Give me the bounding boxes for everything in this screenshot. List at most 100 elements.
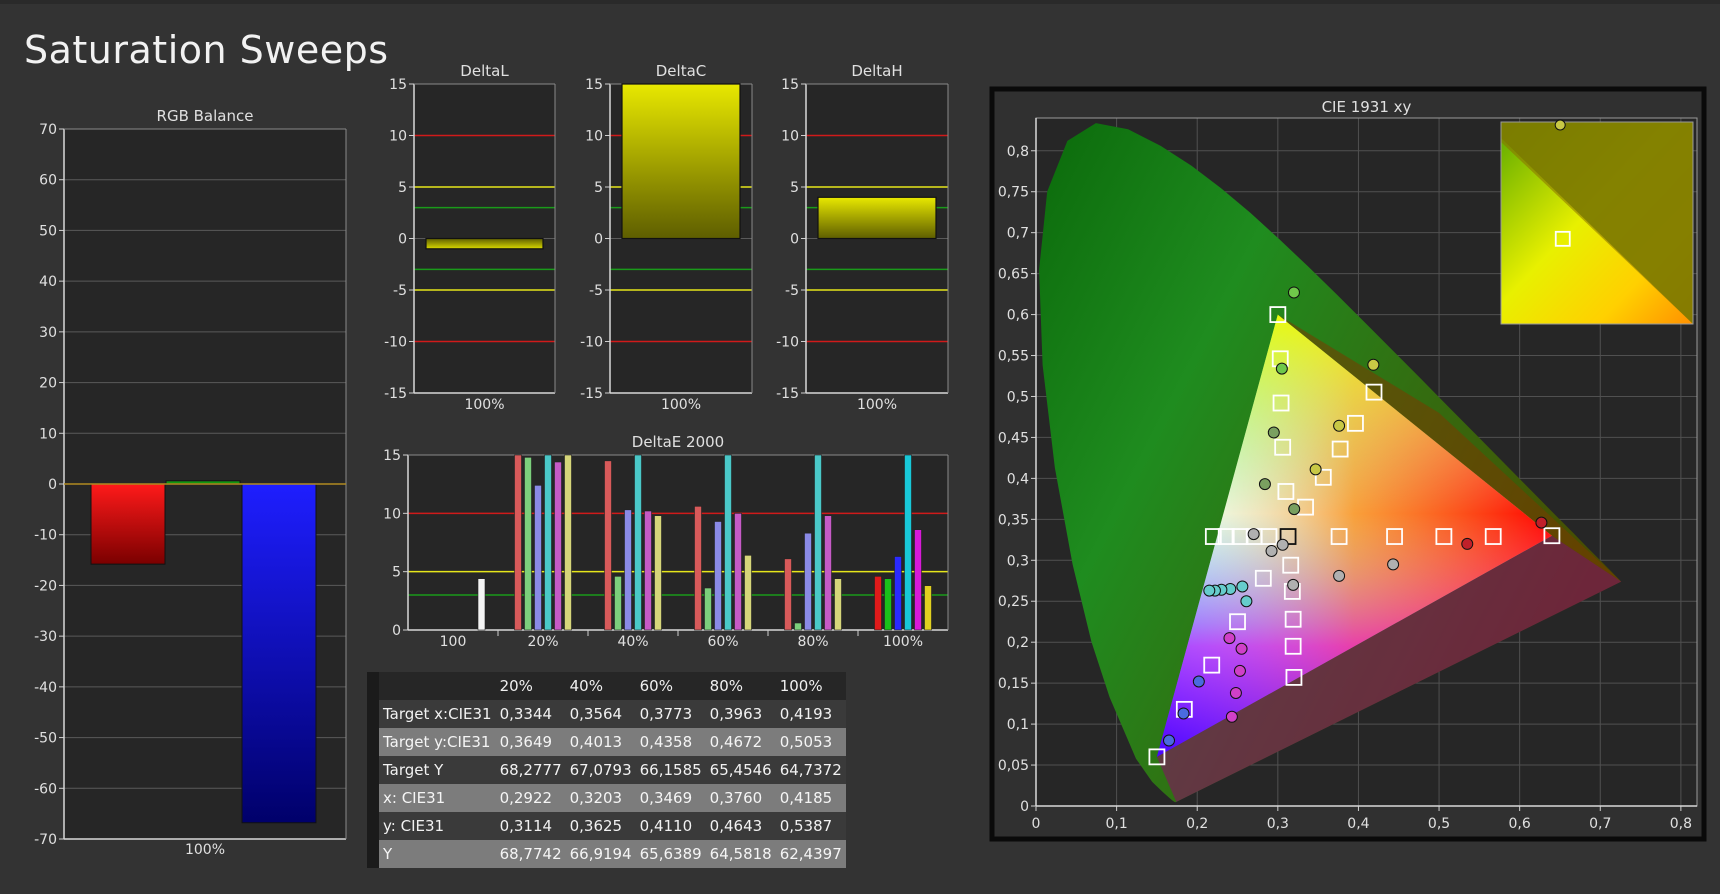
measured-point [1192, 675, 1205, 688]
measured-point [1247, 528, 1260, 541]
de-bar-green [884, 578, 892, 631]
table-cell: 0,3114 [495, 812, 566, 840]
x-tick-label: 80% [797, 634, 828, 650]
chart-title: CIE 1931 xy [1322, 98, 1412, 116]
row-marker [367, 812, 379, 840]
chart-title: RGB Balance [157, 107, 254, 125]
y-tick-label: 0 [1020, 799, 1029, 815]
de-bar-green [704, 587, 712, 631]
table-cell: 67,0793 [565, 756, 636, 784]
table-cell: 0,4643 [705, 812, 776, 840]
y-tick-label: 0,05 [998, 758, 1029, 774]
y-tick-label: 0 [790, 232, 799, 248]
x-tick-label: 100% [464, 397, 504, 413]
chart-title: DeltaH [851, 62, 902, 80]
x-tick-label: 0,5 [1428, 816, 1450, 832]
y-tick-label: 0,2 [1007, 635, 1029, 651]
cie-1931-chart: 0 0,1 0,2 0,3 0,4 0,5 0,6 0,7 0,8 0 0,05 0,1 0,15 0,2… [989, 86, 1707, 842]
x-tick-label: 0,4 [1347, 816, 1369, 832]
row-label: Target x:CIE31 [379, 700, 496, 728]
measured-point [1387, 558, 1400, 571]
measured-point [1267, 426, 1280, 439]
measured-point [1258, 478, 1271, 491]
y-tick-label: 0,3 [1007, 553, 1029, 569]
table-header-row: 20% 40% 60% 80% 100% [367, 672, 846, 700]
table-row: y: CIE31 0,3114 0,3625 0,4110 0,4643 0,5387 [367, 812, 846, 840]
de-bar-blue [714, 521, 722, 631]
de-bar-magenta [824, 515, 832, 631]
y-tick-label: -10 [34, 528, 57, 544]
de-bar-magenta [644, 510, 652, 631]
y-tick-label: 0,65 [998, 267, 1029, 283]
de-bar-white [477, 578, 486, 631]
row-marker [367, 700, 379, 728]
y-tick-label: 50 [39, 223, 57, 239]
de-bar-yellow [924, 585, 932, 631]
y-tick-label: -60 [34, 781, 57, 797]
y-tick-label: 0 [392, 623, 401, 639]
table-cell: 0,4013 [565, 728, 636, 756]
delta-l-chart: 15 10 5 0 -5 -10 -15 DeltaL 100% [384, 62, 556, 413]
de-bar-yellow [834, 578, 842, 631]
de-bar-yellow [564, 454, 572, 631]
header-blank [379, 672, 496, 700]
measured-point [1333, 419, 1346, 432]
x-tick-label: 100% [883, 634, 923, 650]
de-bar-red [604, 460, 612, 631]
y-tick-label: -40 [34, 680, 57, 696]
de-bar-blue [624, 509, 632, 631]
header-100: 100% [775, 672, 846, 700]
measured-point [1287, 286, 1300, 299]
x-tick-label: 0,1 [1105, 816, 1127, 832]
y-tick-label: 0 [398, 232, 407, 248]
y-tick-label: 5 [398, 180, 407, 196]
table-cell: 0,4110 [635, 812, 706, 840]
de-bar-green [794, 622, 802, 631]
y-tick-label: -5 [393, 283, 407, 299]
de-bar-blue [804, 532, 812, 631]
measured-point [1240, 595, 1253, 608]
table-row: x: CIE31 0,2922 0,3203 0,3469 0,3760 0,4185 [367, 784, 846, 812]
y-tick-label: 5 [594, 180, 603, 196]
y-tick-label: 0 [594, 232, 603, 248]
de-bar-magenta [734, 513, 742, 631]
table-cell: 0,3760 [705, 784, 776, 812]
table-cell: 62,4397 [775, 840, 846, 868]
header-80: 80% [705, 672, 776, 700]
row-marker [367, 672, 379, 700]
de-bar-red [694, 506, 702, 631]
measured-point [1276, 538, 1289, 551]
delta-bar [425, 237, 544, 250]
y-tick-label: -5 [785, 283, 799, 299]
y-tick-label: -5 [589, 283, 603, 299]
y-tick-label: 0,75 [998, 185, 1029, 201]
measured-point [1275, 362, 1288, 375]
y-tick-label: 15 [781, 77, 799, 93]
de-bar-magenta [554, 461, 562, 631]
header-60: 60% [635, 672, 706, 700]
table-cell: 64,5818 [705, 840, 776, 868]
table-cell: 64,7372 [775, 756, 846, 784]
y-tick-label: 10 [389, 129, 407, 145]
de-bar-cyan [634, 454, 642, 631]
y-tick-label: -50 [34, 731, 57, 747]
table-cell: 68,2777 [495, 756, 566, 784]
measured-point [1287, 578, 1300, 591]
table-cell: 0,4358 [635, 728, 706, 756]
measured-point [1288, 503, 1301, 516]
table-cell: 0,4672 [705, 728, 776, 756]
measured-point [1225, 710, 1238, 723]
header-20: 20% [495, 672, 566, 700]
y-tick-label: 0,15 [998, 676, 1029, 692]
table-cell: 0,3564 [565, 700, 636, 728]
table-cell: 0,5053 [775, 728, 846, 756]
y-tick-label: 0,1 [1007, 717, 1029, 733]
de-bar-cyan [814, 454, 822, 631]
x-tick-label: 100% [185, 842, 225, 858]
plot-area [408, 455, 948, 630]
measured-point [1309, 463, 1322, 476]
table-cell: 65,4546 [705, 756, 776, 784]
rgb-balance-chart: 70 60 50 40 30 20 10 0 -10 -20 -30 -40 -50 -60 -70 RGB … [34, 107, 347, 858]
y-tick-label: 10 [39, 426, 57, 442]
bar-blue [241, 483, 317, 824]
